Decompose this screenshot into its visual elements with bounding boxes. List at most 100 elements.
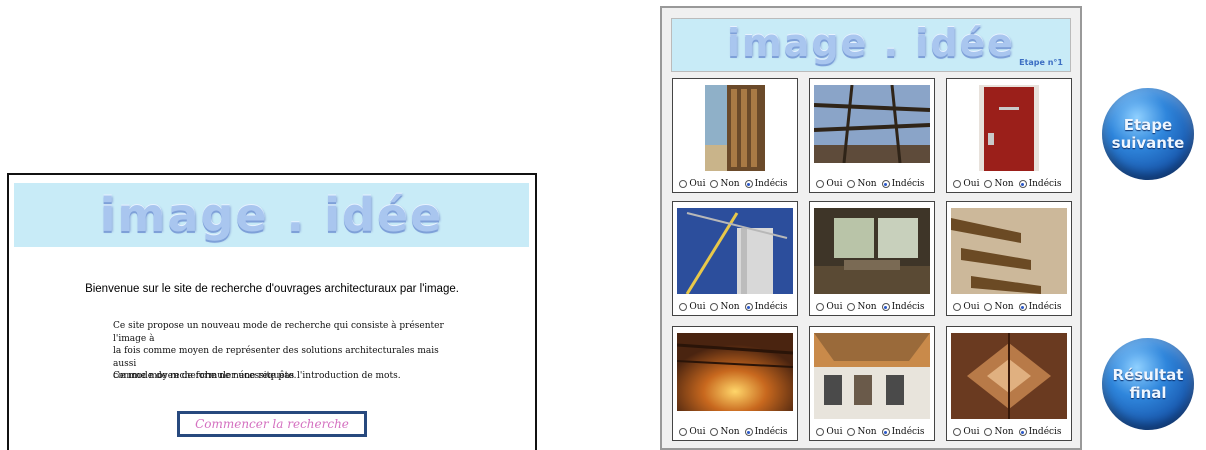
radio-label: Oui	[963, 302, 980, 312]
radio-indecis[interactable]	[744, 303, 753, 311]
radio-indecis[interactable]	[744, 180, 753, 188]
architecture-photo[interactable]	[677, 208, 793, 294]
description-line: Ce site propose un nouveau mode de reche…	[113, 321, 444, 344]
choice-group: Oui Non Indécis	[810, 302, 934, 312]
radio-oui[interactable]	[679, 180, 688, 188]
radio-indecis[interactable]	[881, 303, 890, 311]
radio-oui[interactable]	[953, 303, 962, 311]
radio-oui[interactable]	[953, 428, 962, 436]
radio-label: Non	[857, 302, 877, 312]
radio-oui[interactable]	[953, 180, 962, 188]
radio-oui[interactable]	[679, 303, 688, 311]
image-card: Oui Non Indécis	[809, 201, 935, 316]
final-result-label: Résultat final	[1113, 366, 1184, 402]
image-selection-page: image . idée Etape n°1 Oui Non Indécis O…	[660, 6, 1082, 450]
radio-label: Oui	[963, 427, 980, 437]
image-card: Oui Non Indécis	[672, 78, 798, 193]
architecture-photo[interactable]	[814, 333, 930, 419]
image-card: Oui Non Indécis	[809, 326, 935, 441]
radio-non[interactable]	[847, 428, 856, 436]
radio-non[interactable]	[710, 303, 719, 311]
radio-label: Non	[720, 427, 740, 437]
radio-oui[interactable]	[679, 428, 688, 436]
choice-group: Oui Non Indécis	[673, 179, 797, 189]
description-line: la fois comme moyen de représenter des s…	[113, 346, 439, 369]
radio-label: Indécis	[1028, 427, 1062, 437]
radio-indecis[interactable]	[881, 428, 890, 436]
radio-label: Indécis	[891, 427, 925, 437]
architecture-photo[interactable]	[705, 85, 765, 171]
site-banner: image . idée	[14, 183, 529, 247]
radio-label: Non	[994, 179, 1014, 189]
next-step-label: Etape suivante	[1112, 116, 1185, 152]
radio-label: Non	[720, 302, 740, 312]
final-result-button[interactable]: Résultat final	[1102, 338, 1194, 430]
radio-label: Oui	[689, 427, 706, 437]
architecture-photo[interactable]	[951, 333, 1067, 419]
choice-group: Oui Non Indécis	[810, 179, 934, 189]
radio-non[interactable]	[984, 428, 993, 436]
radio-label: Non	[994, 302, 1014, 312]
site-banner: image . idée Etape n°1	[671, 18, 1071, 72]
image-card: Oui Non Indécis	[672, 201, 798, 316]
welcome-heading: Bienvenue sur le site de recherche d'ouv…	[85, 283, 459, 295]
radio-indecis[interactable]	[744, 428, 753, 436]
architecture-photo[interactable]	[979, 85, 1039, 171]
image-card: Oui Non Indécis	[946, 201, 1072, 316]
architecture-photo[interactable]	[814, 85, 930, 163]
site-logo: image . idée	[727, 21, 1015, 65]
radio-label: Indécis	[891, 179, 925, 189]
choice-group: Oui Non Indécis	[947, 427, 1071, 437]
next-step-button[interactable]: Etape suivante	[1102, 88, 1194, 180]
radio-non[interactable]	[984, 303, 993, 311]
step-label: Etape n°1	[1019, 58, 1063, 67]
architecture-photo[interactable]	[951, 208, 1067, 294]
image-card: Oui Non Indécis	[946, 326, 1072, 441]
radio-indecis[interactable]	[881, 180, 890, 188]
choice-group: Oui Non Indécis	[947, 302, 1071, 312]
radio-label: Non	[720, 179, 740, 189]
radio-label: Indécis	[1028, 179, 1062, 189]
radio-label: Indécis	[754, 302, 788, 312]
radio-label: Oui	[963, 179, 980, 189]
architecture-photo[interactable]	[677, 333, 793, 411]
radio-oui[interactable]	[816, 303, 825, 311]
image-card: Oui Non Indécis	[672, 326, 798, 441]
architecture-photo[interactable]	[814, 208, 930, 294]
radio-non[interactable]	[847, 303, 856, 311]
search-note: Ce mode de recherche ne nécessite pas l'…	[113, 371, 401, 381]
radio-label: Non	[857, 179, 877, 189]
radio-label: Oui	[689, 302, 706, 312]
radio-non[interactable]	[847, 180, 856, 188]
radio-label: Oui	[689, 179, 706, 189]
radio-label: Non	[994, 427, 1014, 437]
choice-group: Oui Non Indécis	[673, 302, 797, 312]
radio-indecis[interactable]	[1018, 303, 1027, 311]
radio-non[interactable]	[710, 180, 719, 188]
radio-label: Oui	[826, 427, 843, 437]
radio-label: Indécis	[1028, 302, 1062, 312]
welcome-page: image . idée Bienvenue sur le site de re…	[7, 173, 537, 450]
next-step-line: Etape	[1123, 116, 1173, 134]
radio-label: Oui	[826, 179, 843, 189]
next-step-line: suivante	[1111, 134, 1185, 152]
radio-indecis[interactable]	[1018, 180, 1027, 188]
radio-oui[interactable]	[816, 180, 825, 188]
choice-group: Oui Non Indécis	[810, 427, 934, 437]
radio-label: Oui	[826, 302, 843, 312]
image-card: Oui Non Indécis	[946, 78, 1072, 193]
radio-label: Indécis	[754, 179, 788, 189]
start-search-button[interactable]: Commencer la recherche	[177, 411, 367, 437]
radio-non[interactable]	[710, 428, 719, 436]
choice-group: Oui Non Indécis	[673, 427, 797, 437]
radio-indecis[interactable]	[1018, 428, 1027, 436]
image-card: Oui Non Indécis	[809, 78, 935, 193]
choice-group: Oui Non Indécis	[947, 179, 1071, 189]
radio-label: Non	[857, 427, 877, 437]
site-logo: image . idée	[99, 188, 444, 242]
final-result-line: final	[1129, 384, 1167, 402]
radio-label: Indécis	[754, 427, 788, 437]
radio-label: Indécis	[891, 302, 925, 312]
radio-non[interactable]	[984, 180, 993, 188]
radio-oui[interactable]	[816, 428, 825, 436]
